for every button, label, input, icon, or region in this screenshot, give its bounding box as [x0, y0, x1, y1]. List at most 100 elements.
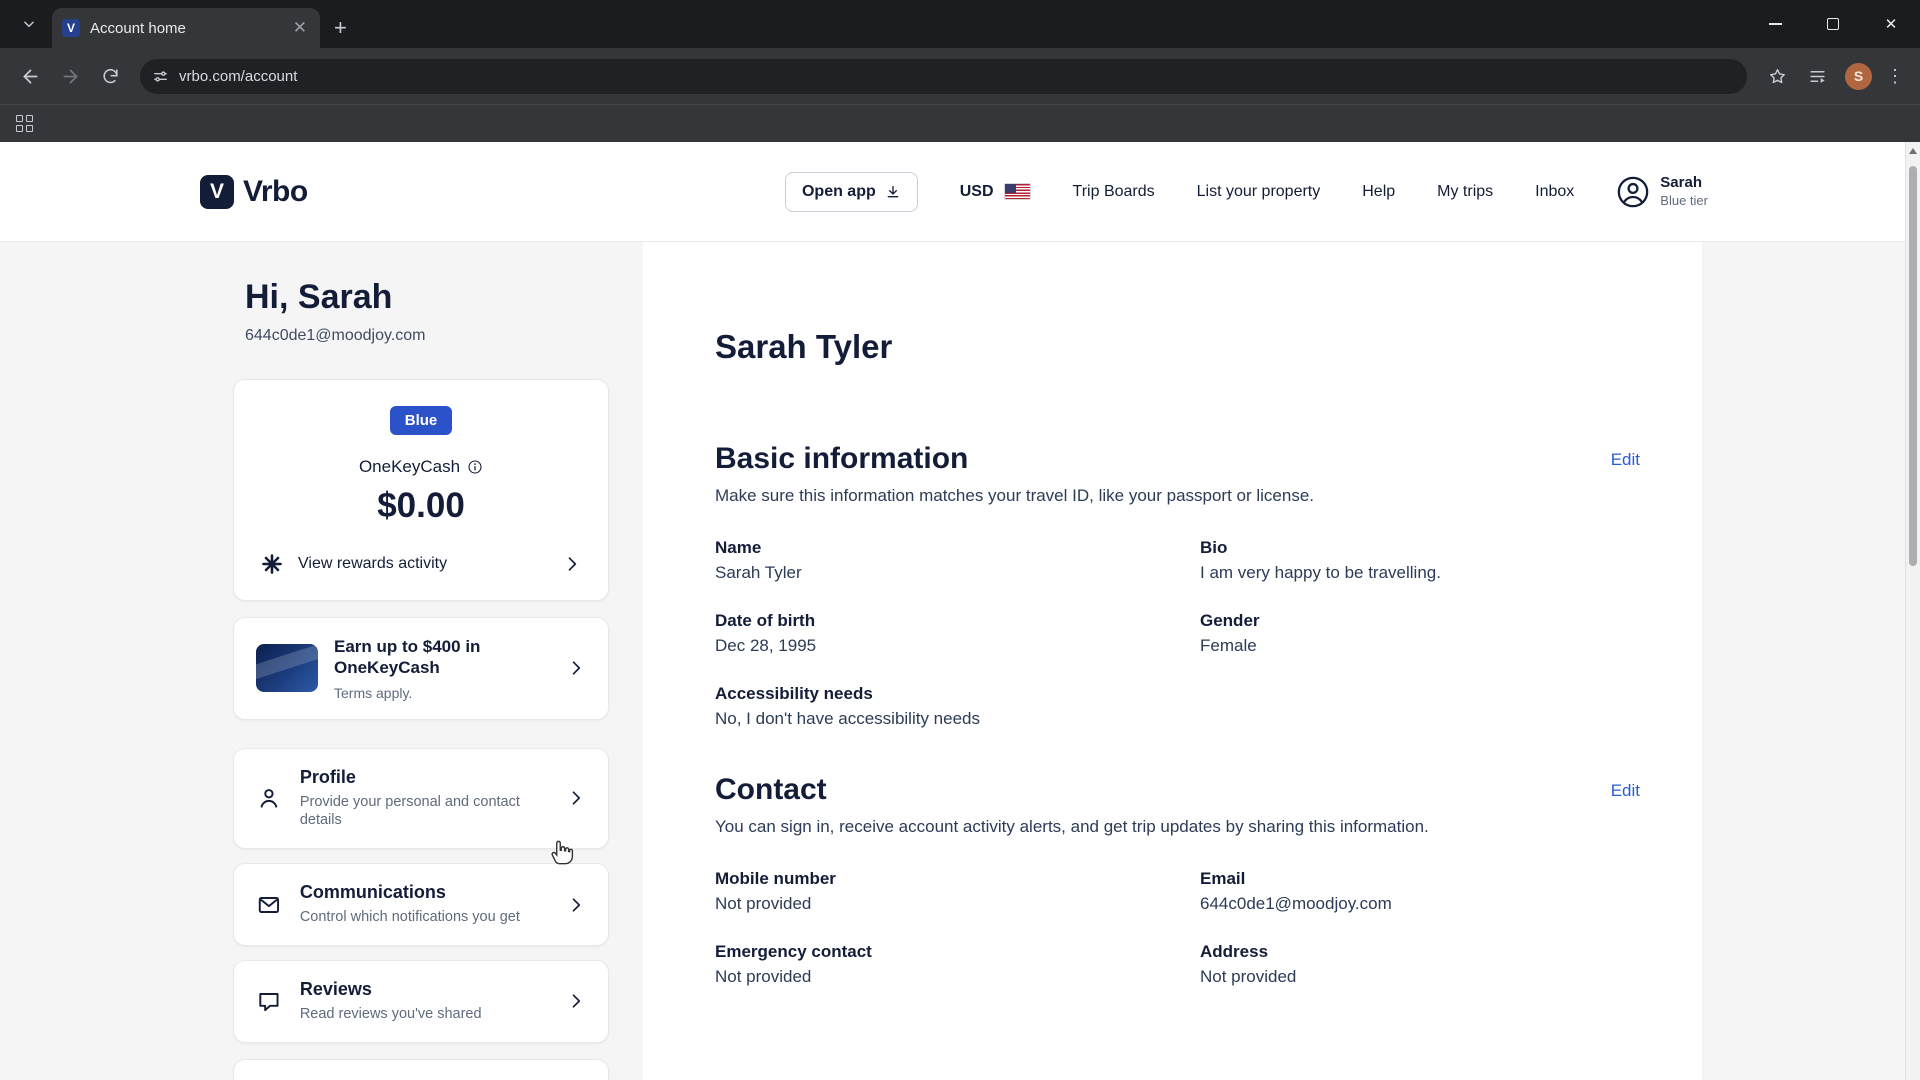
basic-information-section: Basic information Edit Make sure this in…: [715, 442, 1640, 729]
menu-item-title: Profile: [300, 767, 548, 788]
nav-my-trips[interactable]: My trips: [1437, 183, 1493, 201]
field-name: Name Sarah Tyler: [715, 538, 1200, 583]
apps-grid-icon[interactable]: [16, 115, 33, 132]
bookmarks-bar: [0, 104, 1920, 142]
scroll-up-arrow-icon[interactable]: [1909, 148, 1917, 154]
window-minimize-button[interactable]: [1746, 0, 1804, 48]
vrbo-logo[interactable]: V Vrbo: [200, 175, 308, 209]
edit-basic-information-link[interactable]: Edit: [1611, 450, 1640, 470]
section-heading: Basic information: [715, 442, 968, 476]
tier-badge: Blue: [390, 406, 453, 435]
view-rewards-activity-row[interactable]: View rewards activity: [260, 552, 582, 576]
nav-help[interactable]: Help: [1362, 183, 1395, 201]
person-icon: [256, 785, 282, 811]
field-email: Email 644c0de1@moodjoy.com: [1200, 869, 1640, 914]
section-heading: Contact: [715, 773, 827, 807]
section-description: You can sign in, receive account activit…: [715, 817, 1640, 837]
info-icon[interactable]: [467, 459, 483, 475]
one-key-card-image: [256, 644, 318, 692]
window-controls: ✕: [1746, 0, 1920, 48]
browser-tab-account-home[interactable]: V Account home ✕: [52, 8, 320, 48]
site-settings-icon: [152, 68, 169, 85]
tab-close-icon[interactable]: ✕: [290, 18, 310, 38]
promo-title: Earn up to $400 in OneKeyCash: [334, 636, 524, 679]
scrollbar-thumb[interactable]: [1909, 166, 1917, 566]
field-address: Address Not provided: [1200, 942, 1640, 987]
account-person-icon: [1616, 175, 1650, 209]
header-nav: Open app USD Trip Boards List your prope…: [785, 172, 1708, 212]
browser-profile-avatar[interactable]: S: [1845, 63, 1872, 90]
menu-item-subtitle: Control which notifications you get: [300, 908, 548, 927]
account-name: Sarah: [1660, 174, 1708, 193]
menu-item-subtitle: Provide your personal and contact detail…: [300, 793, 548, 831]
menu-item-title: Communications: [300, 882, 548, 903]
field-bio: Bio I am very happy to be travelling.: [1200, 538, 1640, 583]
page-title: Sarah Tyler: [715, 328, 1640, 366]
browser-menu-button[interactable]: ⋮: [1880, 66, 1910, 87]
menu-item-title: Reviews: [300, 979, 548, 1000]
page-content: Hi, Sarah 644c0de1@moodjoy.com Blue OneK…: [0, 242, 1920, 1080]
vrbo-logo-text: Vrbo: [243, 175, 308, 209]
promo-card[interactable]: Earn up to $400 in OneKeyCash Terms appl…: [233, 617, 609, 720]
chevron-right-icon: [566, 658, 586, 678]
forward-button[interactable]: [50, 56, 90, 96]
window-close-button[interactable]: ✕: [1862, 0, 1920, 48]
maximize-icon: [1827, 18, 1839, 30]
back-arrow-icon: [20, 66, 41, 87]
browser-toolbar: vrbo.com/account S ⋮: [0, 48, 1920, 104]
field-emergency-contact: Emergency contact Not provided: [715, 942, 1200, 987]
us-flag-icon: [1004, 183, 1031, 200]
rewards-balance: $0.00: [260, 486, 582, 526]
address-bar[interactable]: vrbo.com/account: [140, 59, 1747, 94]
account-tier: Blue tier: [1660, 193, 1708, 209]
chevron-right-icon: [566, 895, 586, 915]
account-email: 644c0de1@moodjoy.com: [233, 327, 609, 345]
profile-main-panel: Sarah Tyler Basic information Edit Make …: [643, 242, 1702, 1080]
media-controls-icon: [1808, 67, 1827, 86]
nav-inbox[interactable]: Inbox: [1535, 183, 1574, 201]
vrbo-favicon-icon: V: [62, 19, 80, 37]
close-icon: ✕: [1885, 15, 1898, 33]
page-scrollbar[interactable]: [1905, 142, 1920, 1080]
back-button[interactable]: [10, 56, 50, 96]
forward-arrow-icon: [60, 66, 81, 87]
reload-button[interactable]: [90, 56, 130, 96]
mail-icon: [256, 892, 282, 918]
tab-search-button[interactable]: [14, 9, 44, 39]
account-sidebar: Hi, Sarah 644c0de1@moodjoy.com Blue OneK…: [233, 242, 609, 1080]
open-app-button[interactable]: Open app: [785, 172, 918, 212]
sidebar-item-reviews[interactable]: Reviews Read reviews you've shared: [233, 960, 609, 1043]
open-app-label: Open app: [802, 183, 876, 201]
site-header: V Vrbo Open app USD Trip Boards List you…: [0, 142, 1920, 242]
one-key-pinwheel-icon: [260, 552, 284, 576]
window-maximize-button[interactable]: [1804, 0, 1862, 48]
url-text: vrbo.com/account: [179, 68, 1741, 85]
field-date-of-birth: Date of birth Dec 28, 1995: [715, 611, 1200, 656]
chevron-right-icon: [566, 788, 586, 808]
view-rewards-activity-link: View rewards activity: [298, 555, 548, 573]
chevron-right-icon: [566, 991, 586, 1011]
currency-code: USD: [960, 183, 994, 201]
contact-section: Contact Edit You can sign in, receive ac…: [715, 773, 1640, 987]
chevron-down-icon: [22, 17, 36, 31]
currency-selector[interactable]: USD: [960, 183, 1031, 201]
download-icon: [885, 184, 901, 200]
section-description: Make sure this information matches your …: [715, 486, 1640, 506]
edit-contact-link[interactable]: Edit: [1611, 781, 1640, 801]
field-gender: Gender Female: [1200, 611, 1640, 656]
bookmark-button[interactable]: [1757, 56, 1797, 96]
sidebar-item-next-partial[interactable]: [233, 1059, 609, 1080]
vrbo-logo-icon: V: [200, 175, 234, 209]
star-icon: [1768, 67, 1787, 86]
sidebar-item-profile[interactable]: Profile Provide your personal and contac…: [233, 748, 609, 850]
new-tab-button[interactable]: +: [334, 16, 347, 40]
field-mobile-number: Mobile number Not provided: [715, 869, 1200, 914]
nav-trip-boards[interactable]: Trip Boards: [1073, 183, 1155, 201]
reload-icon: [101, 67, 120, 86]
rewards-card: Blue OneKeyCash $0.00 View rewards activ…: [233, 379, 609, 601]
nav-list-your-property[interactable]: List your property: [1197, 183, 1321, 201]
media-controls-button[interactable]: [1797, 56, 1837, 96]
sidebar-item-communications[interactable]: Communications Control which notificatio…: [233, 863, 609, 946]
field-accessibility-needs: Accessibility needs No, I don't have acc…: [715, 684, 1200, 729]
account-menu[interactable]: Sarah Blue tier: [1616, 174, 1708, 209]
